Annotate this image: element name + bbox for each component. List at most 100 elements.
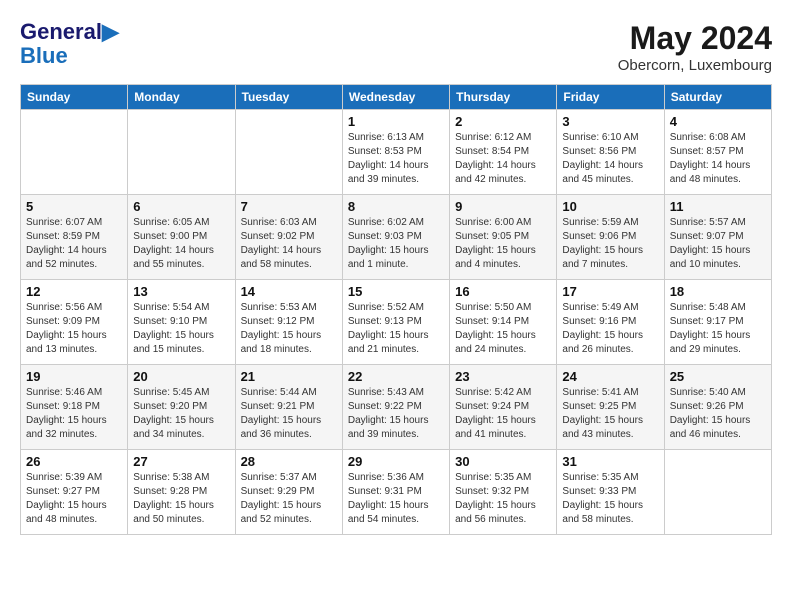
calendar-cell: 5 Sunrise: 6:07 AMSunset: 8:59 PMDaylight… xyxy=(21,195,128,280)
day-number: 29 xyxy=(348,454,444,469)
calendar-week-3: 12Sunrise: 5:56 AMSunset: 9:09 PMDayligh… xyxy=(21,280,772,365)
day-info: Sunrise: 6:10 AMSunset: 8:56 PMDaylight:… xyxy=(562,131,658,187)
day-number: 4 xyxy=(670,114,766,129)
calendar-cell: 24 Sunrise: 5:41 AMSunset: 9:25 PMDayligh… xyxy=(557,365,664,450)
day-number: 9 xyxy=(455,199,551,214)
day-info: Sunrise: 6:08 AMSunset: 8:57 PMDaylight:… xyxy=(670,131,766,187)
day-number: 31 xyxy=(562,454,658,469)
day-number: 11 xyxy=(670,199,766,214)
day-number: 27 xyxy=(133,454,229,469)
day-number: 6 xyxy=(133,199,229,214)
day-info: Sunrise: 5:35 AMSunset: 9:33 PMDaylight:… xyxy=(562,471,658,527)
day-info: Sunrise: 5:46 AMSunset: 9:18 PMDaylight:… xyxy=(26,386,122,442)
calendar-cell: 13 Sunrise: 5:54 AMSunset: 9:10 PMDayligh… xyxy=(128,280,235,365)
calendar-cell: 22 Sunrise: 5:43 AMSunset: 9:22 PMDayligh… xyxy=(342,365,449,450)
day-number: 15 xyxy=(348,284,444,299)
day-number: 8 xyxy=(348,199,444,214)
calendar-cell: 6 Sunrise: 6:05 AMSunset: 9:00 PMDaylight… xyxy=(128,195,235,280)
calendar-cell: 29 Sunrise: 5:36 AMSunset: 9:31 PMDayligh… xyxy=(342,450,449,535)
day-number: 7 xyxy=(241,199,337,214)
calendar-cell: 23 Sunrise: 5:42 AMSunset: 9:24 PMDayligh… xyxy=(450,365,557,450)
day-number: 26 xyxy=(26,454,122,469)
calendar-week-2: 5 Sunrise: 6:07 AMSunset: 8:59 PMDaylight… xyxy=(21,195,772,280)
logo: General▶Blue xyxy=(20,20,119,68)
weekday-header-tuesday: Tuesday xyxy=(235,85,342,110)
calendar-table: SundayMondayTuesdayWednesdayThursdayFrid… xyxy=(20,84,772,535)
day-number: 25 xyxy=(670,369,766,384)
day-info: Sunrise: 6:07 AMSunset: 8:59 PMDaylight:… xyxy=(26,216,122,272)
day-info: Sunrise: 5:59 AMSunset: 9:06 PMDaylight:… xyxy=(562,216,658,272)
calendar-cell: 8 Sunrise: 6:02 AMSunset: 9:03 PMDaylight… xyxy=(342,195,449,280)
calendar-cell: 3 Sunrise: 6:10 AMSunset: 8:56 PMDaylight… xyxy=(557,110,664,195)
day-number: 16 xyxy=(455,284,551,299)
title-block: May 2024 Obercorn, Luxembourg xyxy=(618,20,772,74)
calendar-cell: 19 Sunrise: 5:46 AMSunset: 9:18 PMDayligh… xyxy=(21,365,128,450)
calendar-cell: 4 Sunrise: 6:08 AMSunset: 8:57 PMDaylight… xyxy=(664,110,771,195)
day-number: 18 xyxy=(670,284,766,299)
day-number: 2 xyxy=(455,114,551,129)
day-info: Sunrise: 5:36 AMSunset: 9:31 PMDaylight:… xyxy=(348,471,444,527)
logo-text: General▶Blue xyxy=(20,20,119,68)
day-number: 19 xyxy=(26,369,122,384)
day-info: Sunrise: 5:44 AMSunset: 9:21 PMDaylight:… xyxy=(241,386,337,442)
day-number: 12 xyxy=(26,284,122,299)
day-info: Sunrise: 6:02 AMSunset: 9:03 PMDaylight:… xyxy=(348,216,444,272)
location-subtitle: Obercorn, Luxembourg xyxy=(618,57,772,74)
calendar-cell xyxy=(128,110,235,195)
day-number: 13 xyxy=(133,284,229,299)
day-info: Sunrise: 6:12 AMSunset: 8:54 PMDaylight:… xyxy=(455,131,551,187)
day-info: Sunrise: 6:00 AMSunset: 9:05 PMDaylight:… xyxy=(455,216,551,272)
calendar-week-4: 19 Sunrise: 5:46 AMSunset: 9:18 PMDayligh… xyxy=(21,365,772,450)
day-number: 23 xyxy=(455,369,551,384)
calendar-cell xyxy=(21,110,128,195)
month-title: May 2024 xyxy=(618,20,772,57)
calendar-cell: 16Sunrise: 5:50 AMSunset: 9:14 PMDayligh… xyxy=(450,280,557,365)
day-info: Sunrise: 5:35 AMSunset: 9:32 PMDaylight:… xyxy=(455,471,551,527)
calendar-cell: 15 Sunrise: 5:52 AMSunset: 9:13 PMDayligh… xyxy=(342,280,449,365)
day-info: Sunrise: 5:57 AMSunset: 9:07 PMDaylight:… xyxy=(670,216,766,272)
day-info: Sunrise: 5:41 AMSunset: 9:25 PMDaylight:… xyxy=(562,386,658,442)
calendar-body: 1Sunrise: 6:13 AMSunset: 8:53 PMDaylight… xyxy=(21,110,772,535)
day-info: Sunrise: 5:52 AMSunset: 9:13 PMDaylight:… xyxy=(348,301,444,357)
weekday-header-monday: Monday xyxy=(128,85,235,110)
weekday-header-row: SundayMondayTuesdayWednesdayThursdayFrid… xyxy=(21,85,772,110)
day-number: 17 xyxy=(562,284,658,299)
calendar-cell: 28Sunrise: 5:37 AMSunset: 9:29 PMDayligh… xyxy=(235,450,342,535)
calendar-cell xyxy=(664,450,771,535)
day-number: 21 xyxy=(241,369,337,384)
day-info: Sunrise: 5:43 AMSunset: 9:22 PMDaylight:… xyxy=(348,386,444,442)
weekday-header-friday: Friday xyxy=(557,85,664,110)
calendar-cell: 21 Sunrise: 5:44 AMSunset: 9:21 PMDayligh… xyxy=(235,365,342,450)
day-info: Sunrise: 6:03 AMSunset: 9:02 PMDaylight:… xyxy=(241,216,337,272)
calendar-cell xyxy=(235,110,342,195)
day-number: 22 xyxy=(348,369,444,384)
calendar-cell: 7 Sunrise: 6:03 AMSunset: 9:02 PMDaylight… xyxy=(235,195,342,280)
day-info: Sunrise: 5:40 AMSunset: 9:26 PMDaylight:… xyxy=(670,386,766,442)
calendar-cell: 12Sunrise: 5:56 AMSunset: 9:09 PMDayligh… xyxy=(21,280,128,365)
calendar-cell: 9 Sunrise: 6:00 AMSunset: 9:05 PMDaylight… xyxy=(450,195,557,280)
day-info: Sunrise: 5:37 AMSunset: 9:29 PMDaylight:… xyxy=(241,471,337,527)
day-info: Sunrise: 5:39 AMSunset: 9:27 PMDaylight:… xyxy=(26,471,122,527)
day-info: Sunrise: 6:05 AMSunset: 9:00 PMDaylight:… xyxy=(133,216,229,272)
calendar-cell: 31 Sunrise: 5:35 AMSunset: 9:33 PMDayligh… xyxy=(557,450,664,535)
calendar-cell: 17Sunrise: 5:49 AMSunset: 9:16 PMDayligh… xyxy=(557,280,664,365)
day-number: 3 xyxy=(562,114,658,129)
calendar-cell: 11 Sunrise: 5:57 AMSunset: 9:07 PMDayligh… xyxy=(664,195,771,280)
calendar-cell: 20 Sunrise: 5:45 AMSunset: 9:20 PMDayligh… xyxy=(128,365,235,450)
day-number: 20 xyxy=(133,369,229,384)
day-info: Sunrise: 5:45 AMSunset: 9:20 PMDaylight:… xyxy=(133,386,229,442)
calendar-cell: 10Sunrise: 5:59 AMSunset: 9:06 PMDayligh… xyxy=(557,195,664,280)
calendar-week-1: 1Sunrise: 6:13 AMSunset: 8:53 PMDaylight… xyxy=(21,110,772,195)
calendar-cell: 30 Sunrise: 5:35 AMSunset: 9:32 PMDayligh… xyxy=(450,450,557,535)
day-info: Sunrise: 5:54 AMSunset: 9:10 PMDaylight:… xyxy=(133,301,229,357)
weekday-header-thursday: Thursday xyxy=(450,85,557,110)
calendar-cell: 26 Sunrise: 5:39 AMSunset: 9:27 PMDayligh… xyxy=(21,450,128,535)
day-number: 30 xyxy=(455,454,551,469)
day-info: Sunrise: 6:13 AMSunset: 8:53 PMDaylight:… xyxy=(348,131,444,187)
weekday-header-wednesday: Wednesday xyxy=(342,85,449,110)
day-number: 24 xyxy=(562,369,658,384)
day-info: Sunrise: 5:42 AMSunset: 9:24 PMDaylight:… xyxy=(455,386,551,442)
day-number: 5 xyxy=(26,199,122,214)
weekday-header-sunday: Sunday xyxy=(21,85,128,110)
calendar-cell: 1Sunrise: 6:13 AMSunset: 8:53 PMDaylight… xyxy=(342,110,449,195)
